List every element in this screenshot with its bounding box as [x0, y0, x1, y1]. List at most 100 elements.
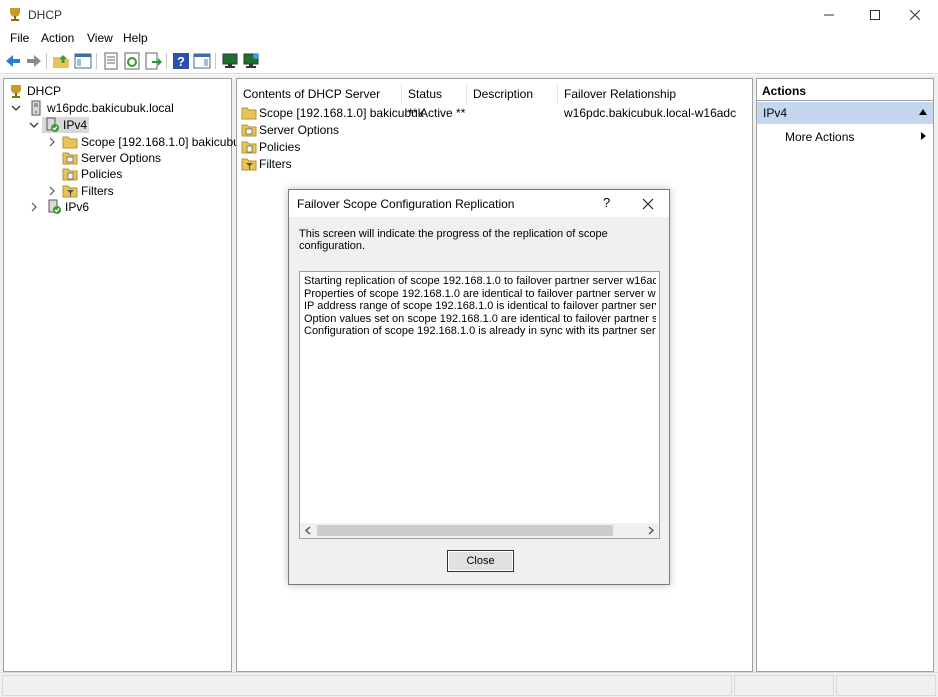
maximize-icon — [870, 9, 880, 20]
list-item[interactable]: Filters — [241, 155, 292, 172]
tree-label-server-options: Server Options — [81, 150, 162, 165]
column-header-description[interactable]: Description — [467, 84, 558, 104]
dialog-help-button[interactable]: ? — [603, 195, 610, 210]
folder-icon — [241, 107, 257, 119]
failover-replication-dialog: Failover Scope Configuration Replication… — [288, 189, 670, 585]
tree-label-policies: Policies — [81, 166, 123, 181]
minimize-icon — [824, 14, 834, 15]
export-icon[interactable] — [144, 52, 162, 70]
toolbar-separator — [215, 53, 216, 69]
chevron-down-icon[interactable] — [28, 119, 40, 131]
replication-log[interactable]: Starting replication of scope 192.168.1.… — [299, 271, 660, 539]
status-segment — [836, 675, 936, 696]
tree-item-ipv6[interactable]: IPv6 — [28, 198, 89, 215]
ipv6-icon — [48, 199, 61, 214]
list-item[interactable]: Policies — [241, 138, 300, 155]
actions-group-label: IPv4 — [763, 106, 788, 120]
dhcp-app-icon — [10, 8, 20, 21]
status-bar — [0, 672, 938, 697]
close-button[interactable]: Close — [447, 550, 514, 572]
list-item-name: Scope [192.168.1.0] bakicubuk — [259, 105, 424, 120]
tree-label-ipv6: IPv6 — [65, 199, 90, 214]
chevron-down-icon[interactable] — [10, 102, 22, 114]
tree-label-dhcp: DHCP — [27, 83, 62, 98]
actions-title: Actions — [757, 79, 933, 101]
chevron-right-icon[interactable] — [46, 136, 58, 148]
monitor-icon[interactable] — [221, 52, 239, 70]
dialog-description: This screen will indicate the progress o… — [299, 228, 608, 252]
tree-selection-highlight: IPv4 — [42, 116, 90, 133]
menu-action[interactable]: Action — [39, 31, 76, 45]
back-icon[interactable] — [4, 52, 22, 70]
column-header-contents[interactable]: Contents of DHCP Server — [237, 84, 402, 104]
properties-icon[interactable] — [102, 52, 120, 70]
close-window-button[interactable] — [892, 0, 938, 29]
folder-icon — [62, 136, 78, 148]
status-segment — [2, 675, 732, 696]
up-folder-icon[interactable] — [52, 52, 70, 70]
list-item-status: ** Active ** — [408, 106, 466, 120]
console-tree: DHCP w16pdc.bakicubuk.local IPv4 Scope [… — [3, 78, 246, 672]
forward-icon[interactable] — [25, 52, 43, 70]
menu-view[interactable]: View — [85, 31, 115, 45]
status-segment — [734, 675, 834, 696]
close-icon[interactable] — [641, 197, 655, 211]
submenu-arrow-icon — [921, 132, 926, 140]
server-options-icon — [62, 152, 78, 164]
horizontal-scrollbar[interactable] — [300, 523, 659, 538]
tree-item-server-options[interactable]: Server Options — [62, 149, 161, 166]
scrollbar-thumb[interactable] — [317, 525, 613, 536]
tree-label-ipv4: IPv4 — [63, 117, 88, 132]
tree-item-policies[interactable]: Policies — [62, 165, 122, 182]
list-item[interactable]: Server Options — [241, 121, 339, 138]
tree-label-scope: Scope [192.168.1.0] bakicubuk — [81, 134, 246, 149]
dhcp-icon — [11, 84, 21, 98]
column-header-status[interactable]: Status — [402, 84, 467, 104]
log-line: Option values set on scope 192.168.1.0 a… — [304, 312, 656, 325]
tree-label-filters: Filters — [81, 183, 114, 198]
more-actions-item[interactable]: More Actions — [785, 130, 854, 144]
policies-icon — [62, 168, 78, 180]
chevron-right-icon[interactable] — [46, 185, 58, 197]
list-item[interactable]: Scope [192.168.1.0] bakicubuk — [241, 104, 424, 121]
dialog-title-bar: Failover Scope Configuration Replication… — [289, 190, 669, 217]
toolbar-separator — [96, 53, 97, 69]
server-options-icon — [241, 124, 257, 136]
list-item-failover: w16pdc.bakicubuk.local-w16adc — [564, 106, 737, 120]
menu-help[interactable]: Help — [121, 31, 150, 45]
column-header-failover[interactable]: Failover Relationship — [558, 84, 738, 104]
tree-item-filters[interactable]: Filters — [46, 182, 114, 199]
refresh-icon[interactable] — [123, 52, 141, 70]
menu-bar: File Action View Help — [0, 29, 938, 49]
list-item-name: Filters — [259, 156, 292, 171]
tree-item-dhcp[interactable]: DHCP — [8, 82, 61, 99]
scroll-right-icon[interactable] — [645, 525, 657, 536]
monitor-network-icon[interactable] — [242, 52, 260, 70]
log-line: Properties of scope 192.168.1.0 are iden… — [304, 287, 656, 300]
minimize-button[interactable] — [806, 0, 852, 29]
show-hide-tree-icon[interactable] — [74, 52, 92, 70]
filters-icon — [241, 158, 257, 170]
list-item-name: Policies — [259, 139, 301, 154]
list-item-name: Server Options — [259, 122, 340, 137]
scroll-left-icon[interactable] — [302, 525, 314, 536]
toolbar-separator — [166, 53, 167, 69]
tree-item-scope[interactable]: Scope [192.168.1.0] bakicubuk — [46, 133, 246, 150]
dialog-title: Failover Scope Configuration Replication — [297, 197, 515, 211]
ipv4-icon — [46, 117, 59, 132]
tree-item-server[interactable]: w16pdc.bakicubuk.local — [10, 99, 174, 116]
chevron-right-icon[interactable] — [28, 201, 40, 213]
log-line: IP address range of scope 192.168.1.0 is… — [304, 300, 656, 312]
title-bar: DHCP — [0, 0, 938, 29]
policies-icon — [241, 141, 257, 153]
tree-item-ipv4[interactable]: IPv4 — [28, 116, 90, 133]
collapse-up-icon[interactable] — [919, 109, 927, 115]
filters-icon — [62, 185, 78, 197]
help-icon[interactable]: ? — [172, 52, 190, 70]
tree-label-server: w16pdc.bakicubuk.local — [47, 100, 174, 115]
server-icon — [31, 100, 41, 115]
close-icon — [910, 9, 920, 20]
show-hide-action-pane-icon[interactable] — [193, 52, 211, 70]
menu-file[interactable]: File — [8, 31, 31, 45]
actions-group-ipv4[interactable]: IPv4 — [757, 102, 933, 124]
